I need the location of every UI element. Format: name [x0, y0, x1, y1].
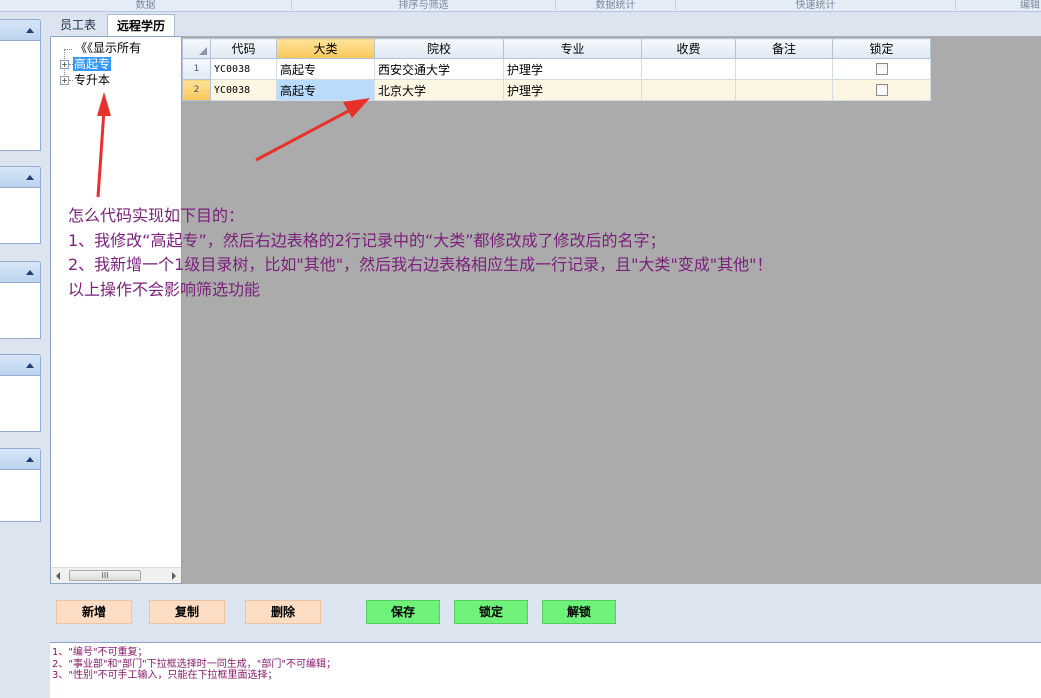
cell-code[interactable]: YC0038 [210, 58, 277, 80]
collapse-icon[interactable] [26, 363, 34, 368]
save-button[interactable]: 保存 [366, 600, 440, 624]
table-row[interactable]: 1 YC0038 高起专 西安交通大学 护理学 [182, 58, 931, 80]
tab-employees[interactable]: 员工表 [50, 14, 106, 36]
column-header-locked[interactable]: 锁定 [832, 38, 931, 59]
expand-icon[interactable]: + [60, 60, 69, 69]
annotation-text: 怎么代码实现如下目的： 1、我修改“高起专”，然后右边表格的2行记录中的“大类”… [68, 204, 773, 302]
collapse-icon[interactable] [26, 270, 34, 275]
nav-panel-header[interactable] [0, 261, 41, 283]
cell-major[interactable]: 护理学 [503, 79, 642, 101]
nav-panel-4 [0, 354, 41, 432]
cell-code[interactable]: YC0038 [210, 79, 277, 101]
ribbon-group-quick-stats[interactable]: 快速统计 [676, 0, 956, 11]
left-nav [0, 12, 44, 698]
tree-node-label: 高起专 [73, 57, 112, 71]
annotation-line: 1、我修改“高起专”，然后右边表格的2行记录中的“大类”都修改成了修改后的名字； [68, 230, 666, 250]
ribbon-group-data-stats[interactable]: 数据统计 [556, 0, 676, 11]
data-grid: 代码 大类 院校 专业 收费 备注 锁定 1 YC0038 高起专 西安交通大学… [182, 38, 931, 101]
collapse-icon[interactable] [26, 175, 34, 180]
column-header-code[interactable]: 代码 [210, 38, 277, 59]
grid-select-all-corner[interactable] [182, 38, 211, 59]
tree-node-gaoqizhuan[interactable]: 高起专 [73, 56, 112, 72]
column-header-school[interactable]: 院校 [374, 38, 504, 59]
scroll-thumb[interactable]: III [69, 570, 141, 581]
nav-panel-3 [0, 261, 41, 339]
collapse-icon[interactable] [26, 457, 34, 462]
notes-panel: 1、"编号"不可重复； 2、"事业部"和"部门"下拉框选择时一同生成，"部门"不… [50, 642, 1041, 698]
ribbon-group-edit[interactable]: 编辑 [956, 0, 1041, 11]
row-number[interactable]: 2 [182, 79, 211, 101]
tree-connector [69, 80, 73, 81]
nav-panel-1 [0, 19, 41, 151]
annotation-line: 以上操作不会影响筛选功能 [68, 279, 261, 299]
nav-panel-header[interactable] [0, 354, 41, 376]
horizontal-scrollbar[interactable]: III [51, 567, 181, 583]
ribbon-group-data[interactable]: 数据 [0, 0, 292, 11]
locked-checkbox[interactable] [875, 63, 888, 75]
copy-button[interactable]: 复制 [149, 600, 225, 624]
tree-root-show-all[interactable]: 《《显示所有 [75, 40, 141, 56]
corner-triangle-icon [199, 47, 207, 55]
expand-icon[interactable]: + [60, 76, 69, 85]
cell-remark[interactable] [735, 79, 833, 101]
nav-panel-body [0, 376, 41, 432]
cell-remark[interactable] [735, 58, 833, 80]
unlock-button[interactable]: 解锁 [542, 600, 616, 624]
category-tree: 《《显示所有 + 高起专 + 专升本 III [50, 36, 182, 584]
nav-panel-header[interactable] [0, 166, 41, 188]
table-row[interactable]: 2 YC0038 高起专 北京大学 护理学 [182, 79, 931, 101]
tree-node-zhuanshengben[interactable]: 专升本 [74, 72, 110, 88]
cell-category[interactable]: 高起专 [276, 79, 375, 101]
note-line: 1、"编号"不可重复； [52, 647, 148, 658]
cell-fee[interactable] [641, 58, 736, 80]
column-header-major[interactable]: 专业 [503, 38, 642, 59]
column-header-fee[interactable]: 收费 [641, 38, 736, 59]
nav-panel-5 [0, 448, 41, 522]
cell-school[interactable]: 北京大学 [374, 79, 504, 101]
nav-panel-body [0, 470, 41, 522]
locked-checkbox[interactable] [875, 84, 888, 96]
cell-locked[interactable] [832, 79, 931, 101]
nav-panel-2 [0, 166, 41, 244]
column-header-remark[interactable]: 备注 [735, 38, 833, 59]
scroll-right-icon[interactable] [172, 572, 176, 580]
cell-school[interactable]: 西安交通大学 [374, 58, 504, 80]
action-bar: 新增 复制 删除 保存 锁定 解锁 [50, 584, 1041, 642]
note-line: 3、"性别"不可手工输入，只能在下拉框里面选择； [52, 670, 278, 681]
nav-panel-body [0, 188, 41, 244]
ribbon-group-sort-filter[interactable]: 排序与筛选 [292, 0, 556, 11]
ribbon-strip: 数据 排序与筛选 数据统计 快速统计 编辑 [0, 0, 1041, 12]
nav-panel-body [0, 41, 41, 151]
cell-fee[interactable] [641, 79, 736, 101]
add-button[interactable]: 新增 [56, 600, 132, 624]
delete-button[interactable]: 删除 [245, 600, 321, 624]
nav-panel-header[interactable] [0, 448, 41, 470]
lock-button[interactable]: 锁定 [454, 600, 528, 624]
column-header-category[interactable]: 大类 [276, 38, 375, 59]
nav-panel-header[interactable] [0, 19, 41, 41]
nav-panel-body [0, 283, 41, 339]
note-line: 2、"事业部"和"部门"下拉框选择时一同生成，"部门"不可编辑； [52, 658, 336, 670]
row-number[interactable]: 1 [182, 58, 211, 80]
data-grid-area: 代码 大类 院校 专业 收费 备注 锁定 1 YC0038 高起专 西安交通大学… [182, 36, 1041, 584]
tree-connector [64, 49, 72, 50]
annotation-line: 2、我新增一个1级目录树，比如"其他"，然后我右边表格相应生成一行记录，且"大类… [68, 255, 773, 274]
cell-category[interactable]: 高起专 [276, 58, 375, 80]
collapse-icon[interactable] [26, 28, 34, 33]
cell-locked[interactable] [832, 58, 931, 80]
scroll-left-icon[interactable] [56, 572, 60, 580]
tab-remote-education[interactable]: 远程学历 [107, 14, 175, 36]
cell-major[interactable]: 护理学 [503, 58, 642, 80]
annotation-line: 怎么代码实现如下目的： [68, 206, 245, 225]
